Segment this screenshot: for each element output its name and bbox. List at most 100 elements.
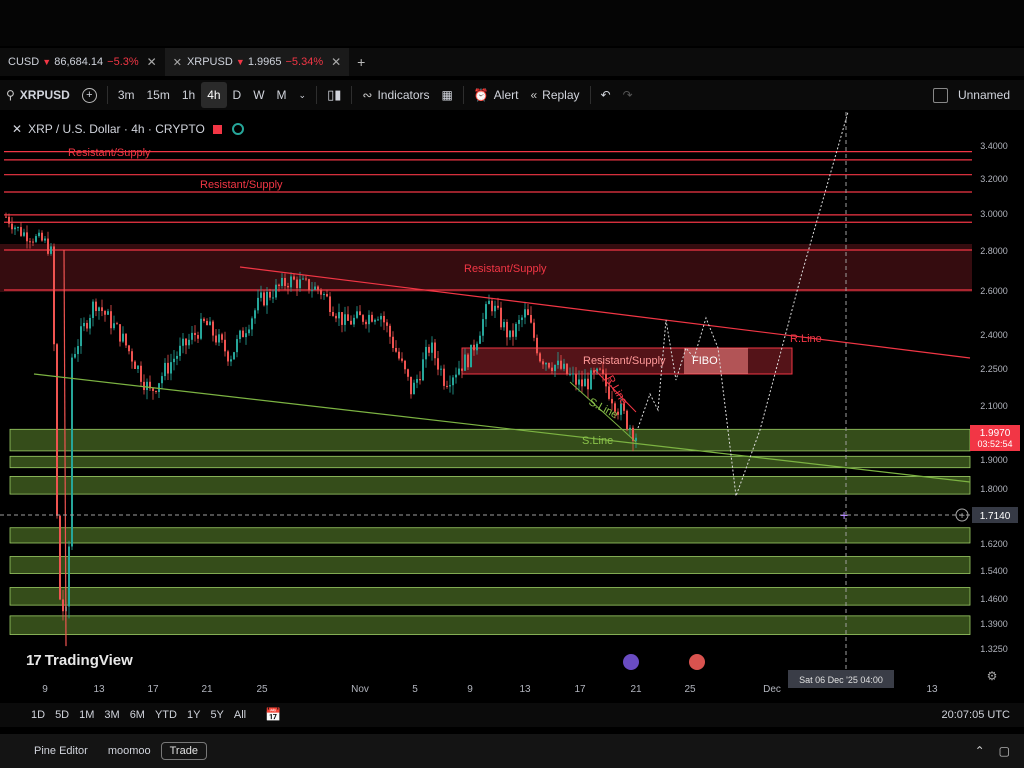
time-tick-label: 13 bbox=[926, 684, 938, 695]
candle-body bbox=[566, 363, 568, 375]
clock[interactable]: 20:07:05 UTC bbox=[942, 703, 1010, 727]
annotation-label: R.Line bbox=[790, 333, 822, 345]
redo-icon: ↷ bbox=[622, 88, 633, 102]
interval-4h[interactable]: 4h bbox=[201, 82, 227, 108]
candle-body bbox=[353, 317, 355, 325]
chart-type-button[interactable]: ▯▮ bbox=[321, 82, 347, 108]
time-tick-label: Dec bbox=[763, 684, 781, 695]
range-3m[interactable]: 3M bbox=[99, 709, 124, 721]
candle-body bbox=[551, 367, 553, 372]
tab-change: −5.3% bbox=[107, 56, 139, 68]
last-price-value: 1.9970 bbox=[980, 428, 1011, 439]
candle-body bbox=[581, 379, 583, 387]
range-1y[interactable]: 1Y bbox=[182, 709, 205, 721]
trade-button[interactable]: Trade bbox=[160, 742, 207, 760]
layout-name-button[interactable]: Unnamed bbox=[932, 80, 1010, 110]
alert-button[interactable]: ⏰ Alert bbox=[468, 82, 525, 108]
settings-gear-icon[interactable]: ⚙ bbox=[987, 669, 998, 683]
compare-symbol-button[interactable]: + bbox=[76, 82, 103, 108]
interval-D[interactable]: D bbox=[227, 82, 248, 108]
goto-date-icon[interactable]: 📅 bbox=[265, 707, 281, 723]
candle-body bbox=[443, 368, 445, 386]
close-tab-icon[interactable]: ✕ bbox=[331, 55, 341, 69]
interval-M[interactable]: M bbox=[271, 82, 293, 108]
candle-body bbox=[455, 374, 457, 378]
candle-body bbox=[434, 342, 436, 359]
down-arrow-icon: ▼ bbox=[235, 57, 245, 67]
candle-body bbox=[557, 360, 559, 365]
candle-body bbox=[326, 294, 328, 297]
close-tab-icon[interactable]: ✕ bbox=[147, 55, 157, 69]
replay-button[interactable]: « Replay bbox=[524, 82, 585, 108]
candle-body bbox=[29, 241, 31, 243]
new-tab-button[interactable]: + bbox=[349, 48, 373, 76]
support-zone bbox=[9, 475, 971, 495]
down-arrow-icon: ▼ bbox=[42, 57, 52, 67]
price-chart[interactable]: + Resistant/Supply Resistant/Supply Resist… bbox=[0, 112, 1024, 702]
symbol-name: XRPUSD bbox=[19, 88, 70, 102]
candle-body bbox=[53, 246, 55, 345]
candle-body bbox=[284, 277, 286, 286]
templates-button[interactable]: ▦ bbox=[436, 82, 459, 108]
annotation-label: Resistant/Supply bbox=[464, 263, 547, 275]
candle-body bbox=[452, 377, 454, 386]
interval-dropdown-button[interactable]: ⌄ bbox=[293, 82, 313, 108]
pine-editor-tab[interactable]: Pine Editor bbox=[24, 745, 98, 757]
tradingview-logo: 17 TradingView bbox=[26, 652, 133, 669]
candle-body bbox=[293, 276, 295, 280]
candle-body bbox=[62, 599, 64, 612]
candle-body bbox=[107, 311, 109, 315]
candle-body bbox=[17, 227, 19, 229]
candle-body bbox=[212, 321, 214, 336]
plus-circle-icon: + bbox=[81, 87, 97, 103]
range-5y[interactable]: 5Y bbox=[205, 709, 228, 721]
candle-body bbox=[272, 297, 274, 299]
time-tick-label: 5 bbox=[412, 684, 418, 695]
candle-body bbox=[485, 304, 487, 320]
candles-icon: ▯▮ bbox=[327, 87, 342, 102]
broker-tab[interactable]: moomoo bbox=[98, 745, 161, 757]
candle-body bbox=[194, 332, 196, 336]
candle-body bbox=[290, 276, 292, 288]
close-legend-icon[interactable]: ✕ bbox=[12, 122, 22, 136]
interval-3m[interactable]: 3m bbox=[112, 82, 141, 108]
candle-body bbox=[248, 329, 250, 334]
candle-body bbox=[482, 319, 484, 336]
price-tick-label: 2.1000 bbox=[980, 401, 1008, 411]
tab-btcusd[interactable]: CUSD ▼ 86,684.14 −5.3% ✕ bbox=[0, 48, 165, 76]
range-6m[interactable]: 6M bbox=[125, 709, 150, 721]
chevron-up-icon[interactable]: ⌃ bbox=[975, 744, 985, 758]
undo-button[interactable]: ↶ bbox=[595, 82, 617, 108]
candle-body bbox=[302, 278, 304, 280]
annotation-label: Resistant/Supply bbox=[68, 147, 151, 159]
candle-body bbox=[359, 311, 361, 316]
candle-body bbox=[449, 385, 451, 387]
indicators-button[interactable]: ∾ Indicators bbox=[356, 82, 435, 108]
chart-background bbox=[0, 112, 1024, 702]
candle-body bbox=[296, 279, 298, 289]
time-tick-label: 17 bbox=[147, 684, 159, 695]
range-all[interactable]: All bbox=[229, 709, 251, 721]
candle-body bbox=[611, 398, 613, 404]
price-tick-label: 1.6200 bbox=[980, 539, 1008, 549]
candle-body bbox=[569, 373, 571, 375]
candle-body bbox=[131, 351, 133, 362]
candle-body bbox=[440, 368, 442, 370]
redo-button[interactable]: ↷ bbox=[617, 82, 639, 108]
range-5d[interactable]: 5D bbox=[50, 709, 74, 721]
candle-body bbox=[197, 335, 199, 339]
range-ytd[interactable]: YTD bbox=[150, 709, 182, 721]
range-1d[interactable]: 1D bbox=[26, 709, 50, 721]
range-1m[interactable]: 1M bbox=[74, 709, 99, 721]
interval-15m[interactable]: 15m bbox=[140, 82, 175, 108]
event-flag-icon[interactable] bbox=[689, 654, 705, 670]
candle-body bbox=[398, 351, 400, 359]
chart-legend[interactable]: ✕ XRP / U.S. Dollar · 4h · CRYPTO bbox=[8, 120, 248, 138]
symbol-search-button[interactable]: ⚲ XRPUSD bbox=[0, 82, 76, 108]
maximize-icon[interactable]: ▢ bbox=[999, 744, 1010, 758]
event-lightning-icon[interactable] bbox=[623, 654, 639, 670]
interval-W[interactable]: W bbox=[247, 82, 270, 108]
interval-1h[interactable]: 1h bbox=[176, 82, 201, 108]
support-zone bbox=[9, 556, 971, 574]
tab-xrpusd[interactable]: ✕ XRPUSD ▼ 1.9965 −5.34% ✕ bbox=[164, 48, 350, 76]
